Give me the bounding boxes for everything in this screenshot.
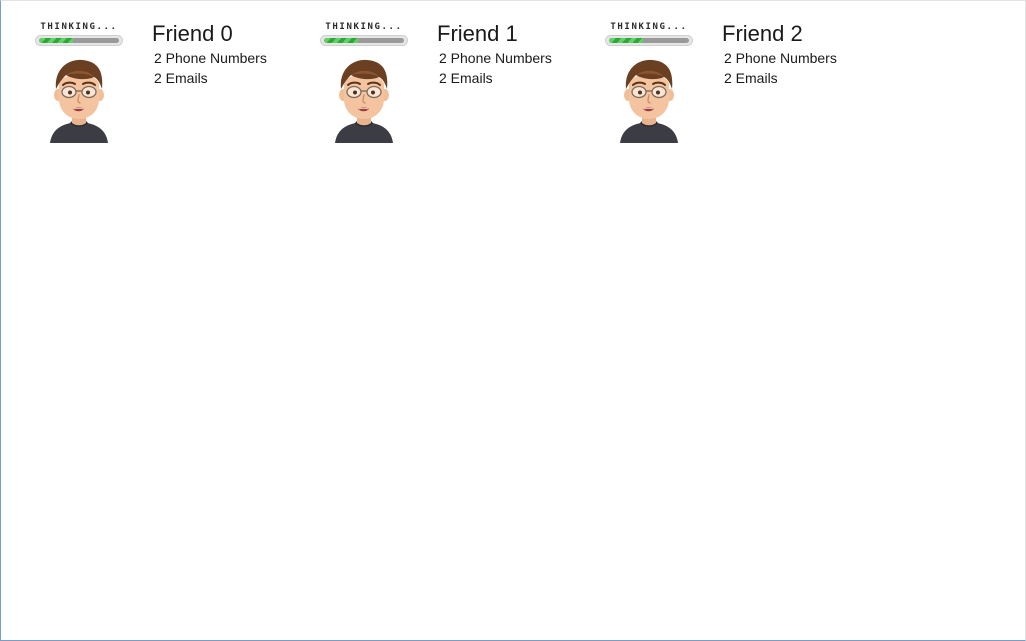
thinking-label: THINKING...: [40, 22, 118, 32]
friend-name: Friend 0: [152, 21, 233, 46]
thinking-progress-bar: [605, 35, 693, 46]
avatar: [50, 59, 108, 143]
friend-card-0[interactable]: THINKING... Friend 0 2 Phone Numbers 2 E…: [1, 1, 286, 151]
thinking-label: THINKING...: [325, 22, 403, 32]
phone-count: 2 Phone Numbers: [724, 50, 837, 66]
thinking-progress-bar: [320, 35, 408, 46]
friend-info: Friend 1 2 Phone Numbers 2 Emails: [437, 20, 571, 88]
friend-info: Friend 0 2 Phone Numbers 2 Emails: [152, 20, 286, 88]
progress-fill: [39, 38, 73, 43]
friend-card-1[interactable]: THINKING... Friend 1 2 Phone Numbers 2 E…: [286, 1, 571, 151]
email-count: 2 Emails: [439, 70, 493, 86]
email-count: 2 Emails: [154, 70, 208, 86]
friend-name: Friend 2: [722, 21, 803, 46]
phone-count: 2 Phone Numbers: [154, 50, 267, 66]
friend-info: Friend 2 2 Phone Numbers 2 Emails: [722, 20, 856, 88]
progress-fill: [324, 38, 358, 43]
app-window: THINKING... Friend 0 2 Phone Numbers 2 E…: [0, 0, 1026, 641]
avatar: [335, 59, 393, 143]
friend-name: Friend 1: [437, 21, 518, 46]
avatar-block: THINKING...: [34, 19, 124, 145]
thinking-progress-bar: [35, 35, 123, 46]
avatar-block: THINKING...: [604, 19, 694, 145]
phone-count: 2 Phone Numbers: [439, 50, 552, 66]
email-count: 2 Emails: [724, 70, 778, 86]
thinking-label: THINKING...: [610, 22, 688, 32]
avatar: [620, 59, 678, 143]
friend-card-2[interactable]: THINKING... Friend 2 2 Phone Numbers 2 E…: [571, 1, 856, 151]
progress-fill: [609, 38, 643, 43]
avatar-block: THINKING...: [319, 19, 409, 145]
